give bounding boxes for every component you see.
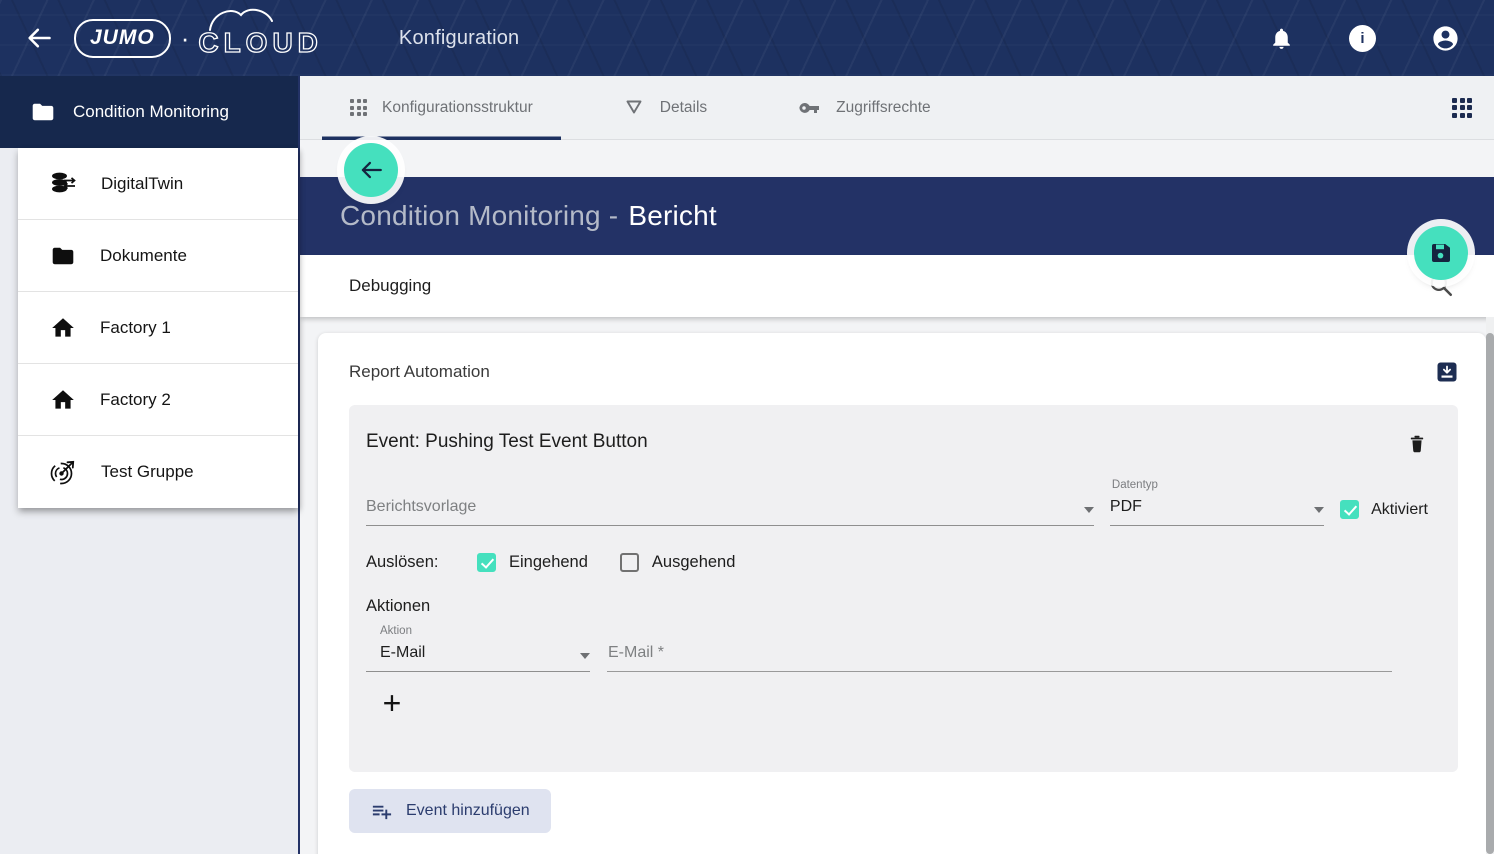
chevron-down-icon (1084, 507, 1094, 513)
content-scroll-area: Report Automation Event: Pushing Test Ev… (300, 317, 1494, 854)
sidebar-item-condition-monitoring[interactable]: Condition Monitoring (0, 76, 298, 148)
ausgehend-checkbox[interactable]: Ausgehend (620, 553, 736, 572)
aktion-value: E-Mail (366, 644, 425, 662)
datentyp-label: Datentyp (1110, 479, 1324, 491)
checkbox-icon (477, 553, 496, 572)
chevron-down-icon (1314, 507, 1324, 513)
tab-label: Details (660, 99, 707, 117)
event-title: Event: Pushing Test Event Button (366, 431, 648, 453)
filter-icon (623, 97, 645, 119)
logo-dot: · (181, 23, 190, 54)
aktiviert-checkbox[interactable]: Aktiviert (1340, 500, 1428, 526)
aktion-select[interactable]: Aktion E-Mail (366, 625, 590, 672)
banner-title-prefix: Condition Monitoring - (340, 200, 618, 231)
app-bar-actions: i (1269, 24, 1460, 53)
key-icon (797, 96, 821, 120)
checkbox-icon (620, 553, 639, 572)
plus-icon: + (383, 685, 402, 721)
banner-title-emphasis: Bericht (628, 200, 717, 231)
info-button[interactable]: i (1349, 25, 1376, 52)
checkbox-icon (1340, 500, 1359, 519)
account-icon (1431, 24, 1460, 53)
sidebar-item-label: Factory 1 (100, 318, 171, 338)
download-icon (1436, 361, 1458, 383)
event-card: Event: Pushing Test Event Button (349, 405, 1458, 772)
add-event-button[interactable]: Event hinzufügen (349, 789, 551, 833)
ausgehend-label: Ausgehend (652, 553, 736, 572)
eingehend-checkbox[interactable]: Eingehend (477, 553, 588, 572)
arrow-left-icon (358, 157, 384, 183)
sidebar-item-label: Condition Monitoring (73, 102, 229, 122)
page-title: Konfiguration (399, 27, 519, 50)
download-button[interactable] (1436, 361, 1458, 383)
app-back-button[interactable] (24, 23, 54, 53)
tab-konfigurationsstruktur[interactable]: Konfigurationsstruktur (322, 76, 561, 140)
report-automation-card: Report Automation Event: Pushing Test Ev… (318, 333, 1486, 854)
vertical-scrollbar[interactable] (1486, 333, 1494, 854)
home-icon (50, 387, 76, 413)
trash-icon (1406, 433, 1428, 455)
email-input[interactable] (607, 644, 1392, 672)
info-icon: i (1349, 25, 1376, 52)
home-icon (50, 315, 76, 341)
tree-node-label: Debugging (349, 276, 431, 296)
folder-icon (30, 99, 56, 125)
datentyp-value: PDF (1110, 498, 1142, 516)
fab-back-button[interactable] (344, 143, 398, 197)
group-banner: Condition Monitoring - Bericht (300, 177, 1494, 255)
tab-details[interactable]: Details (595, 76, 735, 140)
sidebar-item-label: Dokumente (100, 246, 187, 266)
berichtsvorlage-placeholder: Berichtsvorlage (366, 498, 476, 516)
eingehend-label: Eingehend (509, 553, 588, 572)
sidebar-panel: DigitalTwin Dokumente Factory 1 Factory … (18, 148, 298, 508)
database-sync-icon (50, 170, 77, 197)
delete-event-button[interactable] (1406, 433, 1428, 455)
sidebar-item-test-gruppe[interactable]: Test Gruppe (18, 436, 298, 508)
banner-title: Condition Monitoring - Bericht (340, 200, 717, 232)
arrow-left-icon (25, 24, 53, 52)
folder-icon (50, 243, 76, 269)
sidebar: Condition Monitoring DigitalTwin Dokumen… (0, 76, 300, 854)
ausloesen-label: Auslösen: (366, 553, 477, 572)
tree-node-debugging[interactable]: Debugging (300, 255, 1494, 317)
save-icon (1429, 241, 1453, 265)
sidebar-item-label: DigitalTwin (101, 174, 183, 194)
app-bar: JUMO · CLOUD Konfiguration i (0, 0, 1494, 76)
target-icon (50, 459, 77, 486)
aktion-label: Aktion (366, 625, 590, 637)
add-action-button[interactable]: + (378, 686, 406, 720)
berichtsvorlage-select[interactable]: Berichtsvorlage (366, 498, 1094, 526)
main-area: Konfigurationsstruktur Details Zugriffsr… (300, 76, 1494, 854)
account-button[interactable] (1431, 24, 1460, 53)
tab-bar: Konfigurationsstruktur Details Zugriffsr… (300, 76, 1494, 140)
cloud-arc-icon (208, 4, 280, 32)
playlist-add-icon (370, 800, 393, 823)
aktiviert-label: Aktiviert (1371, 501, 1428, 519)
fab-save-button[interactable] (1414, 226, 1468, 280)
grid-icon (350, 99, 367, 116)
tab-zugriffsrechte[interactable]: Zugriffsrechte (769, 76, 958, 140)
add-event-label: Event hinzufügen (406, 802, 530, 820)
tab-label: Zugriffsrechte (836, 99, 930, 117)
aktionen-label: Aktionen (366, 597, 1428, 616)
email-field-wrap (607, 644, 1392, 672)
bell-icon (1269, 26, 1294, 51)
sidebar-item-dokumente[interactable]: Dokumente (18, 220, 298, 292)
sidebar-item-factory-1[interactable]: Factory 1 (18, 292, 298, 364)
jumo-badge: JUMO (74, 19, 171, 58)
apps-grid-icon (1452, 98, 1472, 118)
notifications-button[interactable] (1269, 26, 1294, 51)
chevron-down-icon (580, 653, 590, 659)
datentyp-select[interactable]: Datentyp PDF (1110, 479, 1324, 526)
jumo-cloud-logo: JUMO · CLOUD (74, 17, 323, 59)
sidebar-item-label: Test Gruppe (101, 462, 194, 482)
sidebar-item-factory-2[interactable]: Factory 2 (18, 364, 298, 436)
apps-grid-button[interactable] (1452, 98, 1472, 118)
sidebar-item-digitaltwin[interactable]: DigitalTwin (18, 148, 298, 220)
tab-label: Konfigurationsstruktur (382, 99, 533, 117)
section-title: Report Automation (349, 362, 490, 382)
sidebar-item-label: Factory 2 (100, 390, 171, 410)
cloud-wordmark: CLOUD (198, 17, 323, 59)
